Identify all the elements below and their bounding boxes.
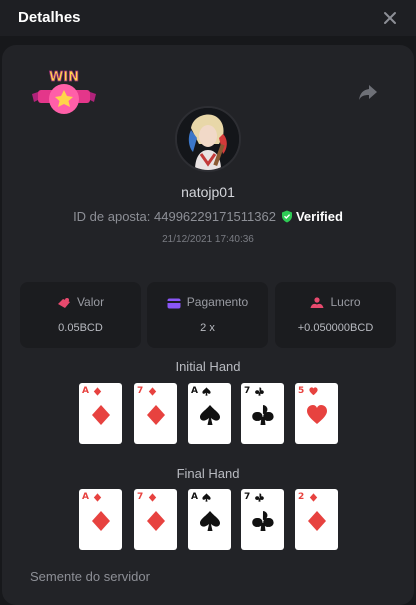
bet-id-label: ID de aposta: [73,209,151,224]
verified-shield-icon [281,210,292,223]
stat-label: Valor [76,295,105,309]
spade-suit-icon [200,511,220,531]
heart-suit-icon [309,387,318,396]
stat-value: 2 x [200,322,215,334]
playing-card: 5 [295,383,338,444]
playing-card: 7 [134,489,177,550]
wager-icon [57,298,70,308]
stat-value: 0.05BCD [58,322,103,334]
playing-card: A [188,383,231,444]
spade-suit-icon [202,493,211,502]
card-rank: 2 [298,492,305,502]
card-rank: A [82,386,89,396]
diamond-suit-icon [93,493,102,502]
spade-suit-icon [200,405,220,425]
card-rank: 7 [137,386,144,396]
diamond-suit-icon [92,511,110,531]
avatar [175,106,241,172]
card-icon [167,298,181,309]
playing-card: A [79,383,122,444]
spade-suit-icon [202,387,211,396]
profit-icon [310,297,324,308]
diamond-suit-icon [148,493,157,502]
card-rank: 7 [244,386,251,396]
server-seed-label: Semente do servidor [30,569,150,584]
modal-header: Detalhes [0,0,416,36]
win-badge-icon: WIN [32,70,96,114]
card-rank: 5 [298,386,305,396]
bet-id-line: ID de aposta: 44996229171511362 Verified [0,209,416,224]
heart-suit-icon [307,405,327,424]
bet-timestamp: 21/12/2021 17:40:36 [162,234,254,245]
card-rank: A [191,386,198,396]
card-rank: 7 [244,492,251,502]
playing-card: 2 [295,489,338,550]
stat-value: +0.050000BCD [297,322,374,334]
diamond-suit-icon [93,387,102,396]
playing-card: A [79,489,122,550]
avatar-image [177,108,239,170]
playing-card: 7 [241,383,284,444]
club-suit-icon [255,493,264,502]
stat-payout: Pagamento 2 x [147,282,268,348]
close-icon[interactable] [382,8,398,28]
diamond-suit-icon [309,493,318,502]
card-rank: A [191,492,198,502]
club-suit-icon [255,387,264,396]
diamond-suit-icon [147,511,165,531]
playing-card: 7 [241,489,284,550]
final-hand-title: Final Hand [176,466,240,481]
win-badge-text: WIN [49,70,79,85]
stat-label: Pagamento [186,295,249,309]
username: natojp01 [181,184,235,200]
playing-card: 7 [134,383,177,444]
modal-title: Detalhes [18,9,81,26]
diamond-suit-icon [148,387,157,396]
stat-profit: Lucro +0.050000BCD [275,282,396,348]
stat-wager: Valor 0.05BCD [20,282,141,348]
card-rank: 7 [137,492,144,502]
club-suit-icon [252,405,274,425]
share-icon[interactable] [357,82,379,102]
diamond-suit-icon [147,405,165,425]
diamond-suit-icon [308,511,326,531]
stat-label: Lucro [330,295,361,309]
initial-hand-title: Initial Hand [175,359,241,374]
playing-card: A [188,489,231,550]
club-suit-icon [252,511,274,531]
bet-id-value: 44996229171511362 [154,209,276,224]
card-rank: A [82,492,89,502]
verified-label: Verified [295,209,343,224]
diamond-suit-icon [92,405,110,425]
